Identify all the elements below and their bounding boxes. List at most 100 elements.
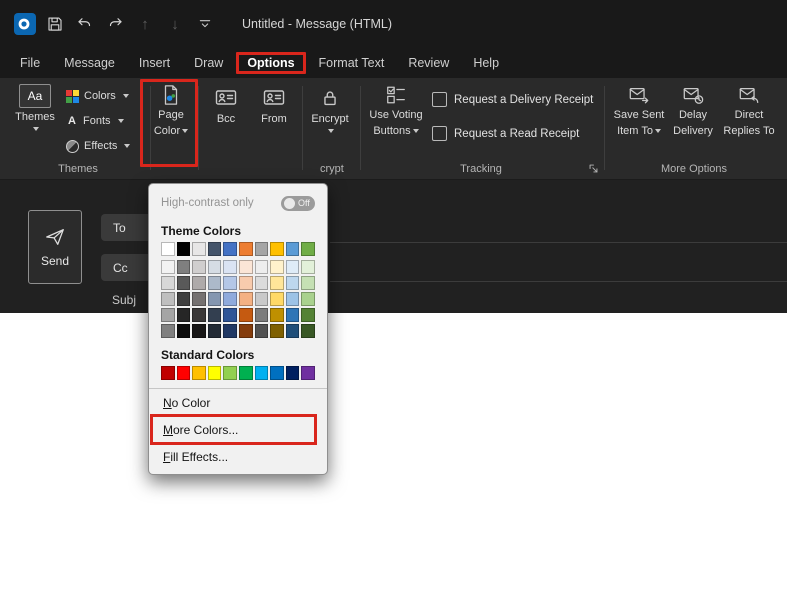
color-swatch[interactable] bbox=[161, 260, 175, 274]
fill-effects-item[interactable]: Fill Effects... bbox=[149, 443, 327, 470]
color-swatch[interactable] bbox=[239, 260, 253, 274]
color-swatch[interactable] bbox=[301, 324, 315, 338]
color-swatch[interactable] bbox=[270, 276, 284, 290]
effects-button[interactable]: Effects bbox=[66, 136, 130, 156]
encrypt-button[interactable]: Encrypt bbox=[306, 86, 354, 133]
more-colors-item[interactable]: More Colors... bbox=[149, 416, 327, 443]
direct-replies-button[interactable]: Direct Replies To bbox=[720, 84, 778, 138]
color-swatch[interactable] bbox=[255, 366, 269, 380]
color-swatch[interactable] bbox=[286, 366, 300, 380]
color-swatch[interactable] bbox=[301, 260, 315, 274]
color-swatch[interactable] bbox=[161, 292, 175, 306]
color-swatch[interactable] bbox=[177, 308, 191, 322]
color-swatch[interactable] bbox=[192, 324, 206, 338]
color-swatch[interactable] bbox=[286, 260, 300, 274]
color-swatch[interactable] bbox=[223, 242, 237, 256]
customize-toolbar-icon[interactable] bbox=[190, 9, 220, 39]
color-swatch[interactable] bbox=[270, 308, 284, 322]
color-swatch[interactable] bbox=[286, 308, 300, 322]
delay-delivery-button[interactable]: Delay Delivery bbox=[670, 84, 716, 138]
tab-file[interactable]: File bbox=[9, 52, 51, 74]
page-color-button[interactable]: Page Color bbox=[150, 84, 192, 138]
color-swatch[interactable] bbox=[177, 242, 191, 256]
color-swatch[interactable] bbox=[255, 292, 269, 306]
color-swatch[interactable] bbox=[286, 324, 300, 338]
color-swatch[interactable] bbox=[255, 260, 269, 274]
fonts-button[interactable]: A Fonts bbox=[66, 111, 124, 131]
color-swatch[interactable] bbox=[301, 366, 315, 380]
color-swatch[interactable] bbox=[270, 324, 284, 338]
tab-review[interactable]: Review bbox=[397, 52, 460, 74]
no-color-item[interactable]: No Color bbox=[149, 389, 327, 416]
redo-icon[interactable] bbox=[100, 9, 130, 39]
message-body[interactable] bbox=[0, 313, 787, 613]
bcc-button[interactable]: Bcc bbox=[206, 86, 246, 126]
from-button[interactable]: From bbox=[252, 86, 296, 126]
color-swatch[interactable] bbox=[177, 292, 191, 306]
color-swatch[interactable] bbox=[286, 276, 300, 290]
tab-insert[interactable]: Insert bbox=[128, 52, 181, 74]
color-swatch[interactable] bbox=[177, 260, 191, 274]
color-swatch[interactable] bbox=[286, 292, 300, 306]
move-down-icon[interactable]: ↓ bbox=[160, 9, 190, 39]
tab-format-text[interactable]: Format Text bbox=[308, 52, 396, 74]
tab-help[interactable]: Help bbox=[462, 52, 510, 74]
color-swatch[interactable] bbox=[161, 276, 175, 290]
color-swatch[interactable] bbox=[239, 242, 253, 256]
move-up-icon[interactable]: ↑ bbox=[130, 9, 160, 39]
outlook-logo-icon[interactable] bbox=[10, 9, 40, 39]
tracking-dialog-launcher[interactable] bbox=[588, 163, 599, 174]
color-swatch[interactable] bbox=[301, 292, 315, 306]
read-receipt-checkbox[interactable]: Request a Read Receipt bbox=[432, 126, 579, 141]
subject-field[interactable]: Subj bbox=[112, 293, 136, 307]
color-swatch[interactable] bbox=[255, 242, 269, 256]
color-swatch[interactable] bbox=[161, 242, 175, 256]
tab-draw[interactable]: Draw bbox=[183, 52, 234, 74]
delivery-receipt-checkbox[interactable]: Request a Delivery Receipt bbox=[432, 92, 593, 107]
color-swatch[interactable] bbox=[208, 324, 222, 338]
color-swatch[interactable] bbox=[208, 276, 222, 290]
high-contrast-toggle[interactable]: Off bbox=[281, 196, 315, 211]
color-swatch[interactable] bbox=[223, 308, 237, 322]
color-swatch[interactable] bbox=[192, 366, 206, 380]
themes-button[interactable]: Aa Themes bbox=[10, 84, 60, 131]
tab-options[interactable]: Options bbox=[236, 52, 305, 74]
colors-button[interactable]: Colors bbox=[66, 86, 129, 106]
color-swatch[interactable] bbox=[270, 292, 284, 306]
color-swatch[interactable] bbox=[208, 292, 222, 306]
send-button[interactable]: Send bbox=[28, 210, 82, 284]
color-swatch[interactable] bbox=[270, 242, 284, 256]
color-swatch[interactable] bbox=[239, 292, 253, 306]
color-swatch[interactable] bbox=[270, 366, 284, 380]
color-swatch[interactable] bbox=[255, 324, 269, 338]
color-swatch[interactable] bbox=[239, 276, 253, 290]
color-swatch[interactable] bbox=[239, 366, 253, 380]
color-swatch[interactable] bbox=[270, 260, 284, 274]
color-swatch[interactable] bbox=[161, 324, 175, 338]
color-swatch[interactable] bbox=[192, 242, 206, 256]
color-swatch[interactable] bbox=[255, 308, 269, 322]
color-swatch[interactable] bbox=[192, 292, 206, 306]
color-swatch[interactable] bbox=[239, 324, 253, 338]
color-swatch[interactable] bbox=[301, 276, 315, 290]
color-swatch[interactable] bbox=[208, 366, 222, 380]
color-swatch[interactable] bbox=[161, 308, 175, 322]
color-swatch[interactable] bbox=[177, 366, 191, 380]
color-swatch[interactable] bbox=[192, 260, 206, 274]
use-voting-buttons-button[interactable]: Use Voting Buttons bbox=[368, 84, 424, 138]
undo-icon[interactable] bbox=[70, 9, 100, 39]
color-swatch[interactable] bbox=[223, 260, 237, 274]
color-swatch[interactable] bbox=[223, 276, 237, 290]
color-swatch[interactable] bbox=[208, 308, 222, 322]
tab-message[interactable]: Message bbox=[53, 52, 126, 74]
color-swatch[interactable] bbox=[223, 324, 237, 338]
color-swatch[interactable] bbox=[208, 242, 222, 256]
color-swatch[interactable] bbox=[161, 366, 175, 380]
color-swatch[interactable] bbox=[192, 308, 206, 322]
color-swatch[interactable] bbox=[255, 276, 269, 290]
color-swatch[interactable] bbox=[301, 242, 315, 256]
save-icon[interactable] bbox=[40, 9, 70, 39]
color-swatch[interactable] bbox=[286, 242, 300, 256]
color-swatch[interactable] bbox=[177, 276, 191, 290]
save-sent-item-button[interactable]: Save Sent Item To bbox=[612, 84, 666, 138]
